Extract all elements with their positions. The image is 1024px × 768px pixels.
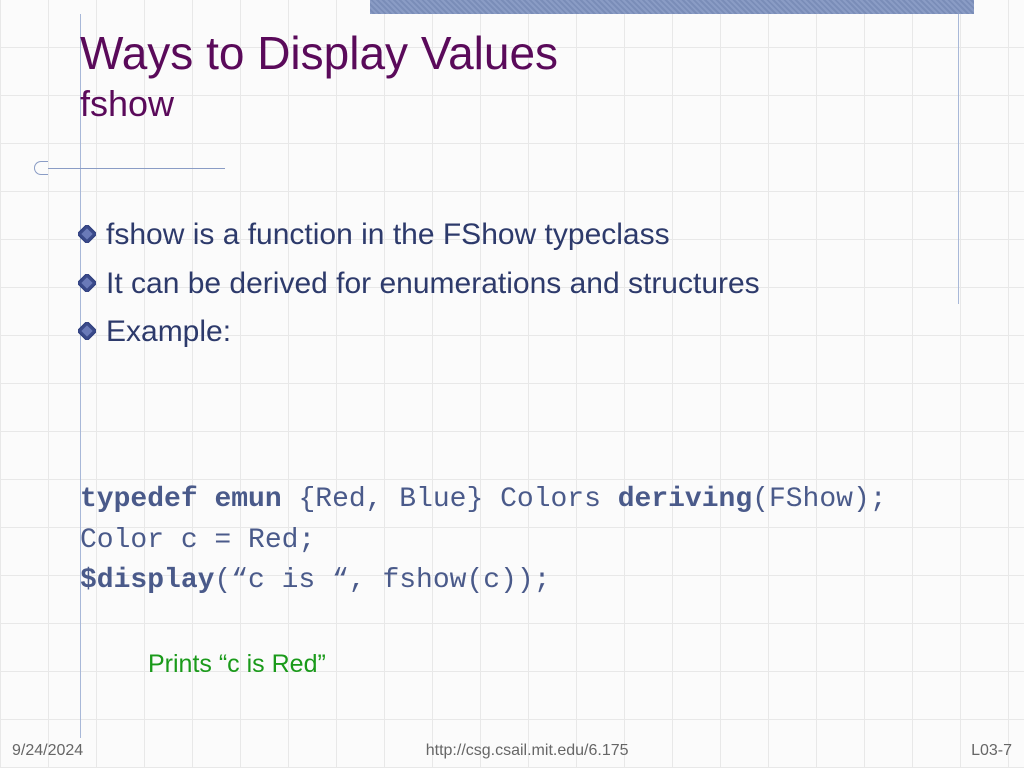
list-item: It can be derived for enumerations and s… <box>78 264 964 305</box>
diamond-bullet-icon <box>78 274 96 292</box>
footer-url: http://csg.csail.mit.edu/6.175 <box>426 742 629 760</box>
bullet-text: Example: <box>106 312 231 353</box>
bullet-text: It can be derived for enumerations and s… <box>106 264 760 305</box>
output-note: Prints “c is Red” <box>148 650 326 679</box>
code-line: $display(“c is “, fshow(c)); <box>80 561 887 602</box>
bullet-text: fshow is a function in the FShow typecla… <box>106 215 670 256</box>
code-keyword: emun <box>214 484 281 515</box>
code-keyword: $display <box>80 565 214 596</box>
code-text: (“c is “, fshow(c)); <box>214 565 550 596</box>
slide-subtitle: fshow <box>80 83 558 125</box>
code-text: (FShow); <box>752 484 886 515</box>
slide-title: Ways to Display Values <box>80 28 558 79</box>
list-item: fshow is a function in the FShow typecla… <box>78 215 964 256</box>
code-block: typedef emun {Red, Blue} Colors deriving… <box>80 480 887 602</box>
diamond-bullet-icon <box>78 322 96 340</box>
footer-slide-number: L03-7 <box>971 742 1012 760</box>
footer-date: 9/24/2024 <box>12 742 83 760</box>
diamond-bullet-icon <box>78 225 96 243</box>
list-item: Example: <box>78 312 964 353</box>
bullet-list: fshow is a function in the FShow typecla… <box>78 215 964 361</box>
code-line: Color c = Red; <box>80 521 887 562</box>
slide-footer: 9/24/2024 http://csg.csail.mit.edu/6.175… <box>12 742 1012 760</box>
code-keyword: typedef <box>80 484 198 515</box>
code-keyword: deriving <box>618 484 752 515</box>
title-block: Ways to Display Values fshow <box>80 28 558 125</box>
top-decorative-band <box>370 0 974 14</box>
title-underline-ornament <box>34 161 48 175</box>
title-underline <box>40 168 225 169</box>
code-text: {Red, Blue} Colors <box>282 484 618 515</box>
code-line: typedef emun {Red, Blue} Colors deriving… <box>80 480 887 521</box>
